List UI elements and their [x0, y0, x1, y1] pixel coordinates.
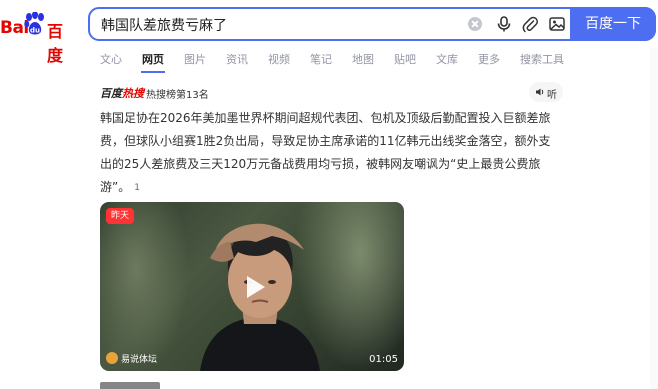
tab-more[interactable]: 更多: [478, 51, 500, 67]
svg-text:du: du: [30, 27, 40, 35]
search-box[interactable]: 韩国队差旅费亏麻了 百度一下: [88, 7, 656, 41]
attachment-icon[interactable]: [521, 15, 539, 33]
image-search-icon[interactable]: [548, 15, 566, 33]
paw-icon: du: [24, 12, 44, 35]
date-badge: 昨天: [106, 208, 135, 224]
play-icon[interactable]: [239, 272, 269, 302]
tab-wenku[interactable]: 文库: [436, 51, 458, 67]
tab-map[interactable]: 地图: [352, 51, 374, 67]
tab-wenxin[interactable]: 文心: [100, 51, 122, 67]
listen-button[interactable]: 听: [529, 82, 563, 102]
video-card[interactable]: 昨天 易说体坛 01:05: [100, 202, 404, 371]
clear-icon[interactable]: [468, 17, 482, 31]
source-avatar: [106, 352, 118, 364]
video-duration: 01:05: [369, 354, 398, 365]
reference-marker[interactable]: 1: [134, 177, 140, 200]
speaker-icon: [536, 88, 544, 96]
logo-du-text: 百度: [47, 22, 64, 65]
video-source: 易说体坛: [106, 352, 157, 365]
search-input[interactable]: 韩国队差旅费亏麻了: [101, 15, 227, 35]
baidu-hot-logo[interactable]: 百度热搜: [100, 85, 144, 101]
tab-web[interactable]: 网页: [142, 51, 164, 67]
active-tab-indicator: [141, 71, 165, 73]
tab-news[interactable]: 资讯: [226, 51, 248, 67]
tab-video[interactable]: 视频: [268, 51, 290, 67]
video-source-name: 易说体坛: [121, 355, 158, 365]
tab-search-tools[interactable]: 搜索工具: [520, 51, 564, 67]
tab-notes[interactable]: 笔记: [310, 51, 332, 67]
result-snippet: 韩国足协在2026年美加墨世界杯期间超规代表团、包机及顶级后勤配置投入巨额差旅费…: [100, 107, 560, 200]
tab-images[interactable]: 图片: [184, 51, 206, 67]
video-background-blur: [100, 202, 190, 371]
hot-rank-text: 热搜榜第13名: [146, 90, 209, 101]
next-result-partial: [100, 382, 160, 389]
hot-brand-red-text: 热搜: [122, 87, 144, 100]
search-button[interactable]: 百度一下: [570, 7, 656, 41]
listen-label: 听: [547, 90, 557, 101]
microphone-icon[interactable]: [495, 15, 513, 33]
tab-tieba[interactable]: 贴吧: [394, 51, 416, 67]
scrollbar-track[interactable]: [650, 48, 658, 389]
snippet-text: 韩国足协在2026年美加墨世界杯期间超规代表团、包机及顶级后勤配置投入巨额差旅费…: [100, 111, 551, 194]
hot-brand-text: 百度: [100, 87, 122, 100]
